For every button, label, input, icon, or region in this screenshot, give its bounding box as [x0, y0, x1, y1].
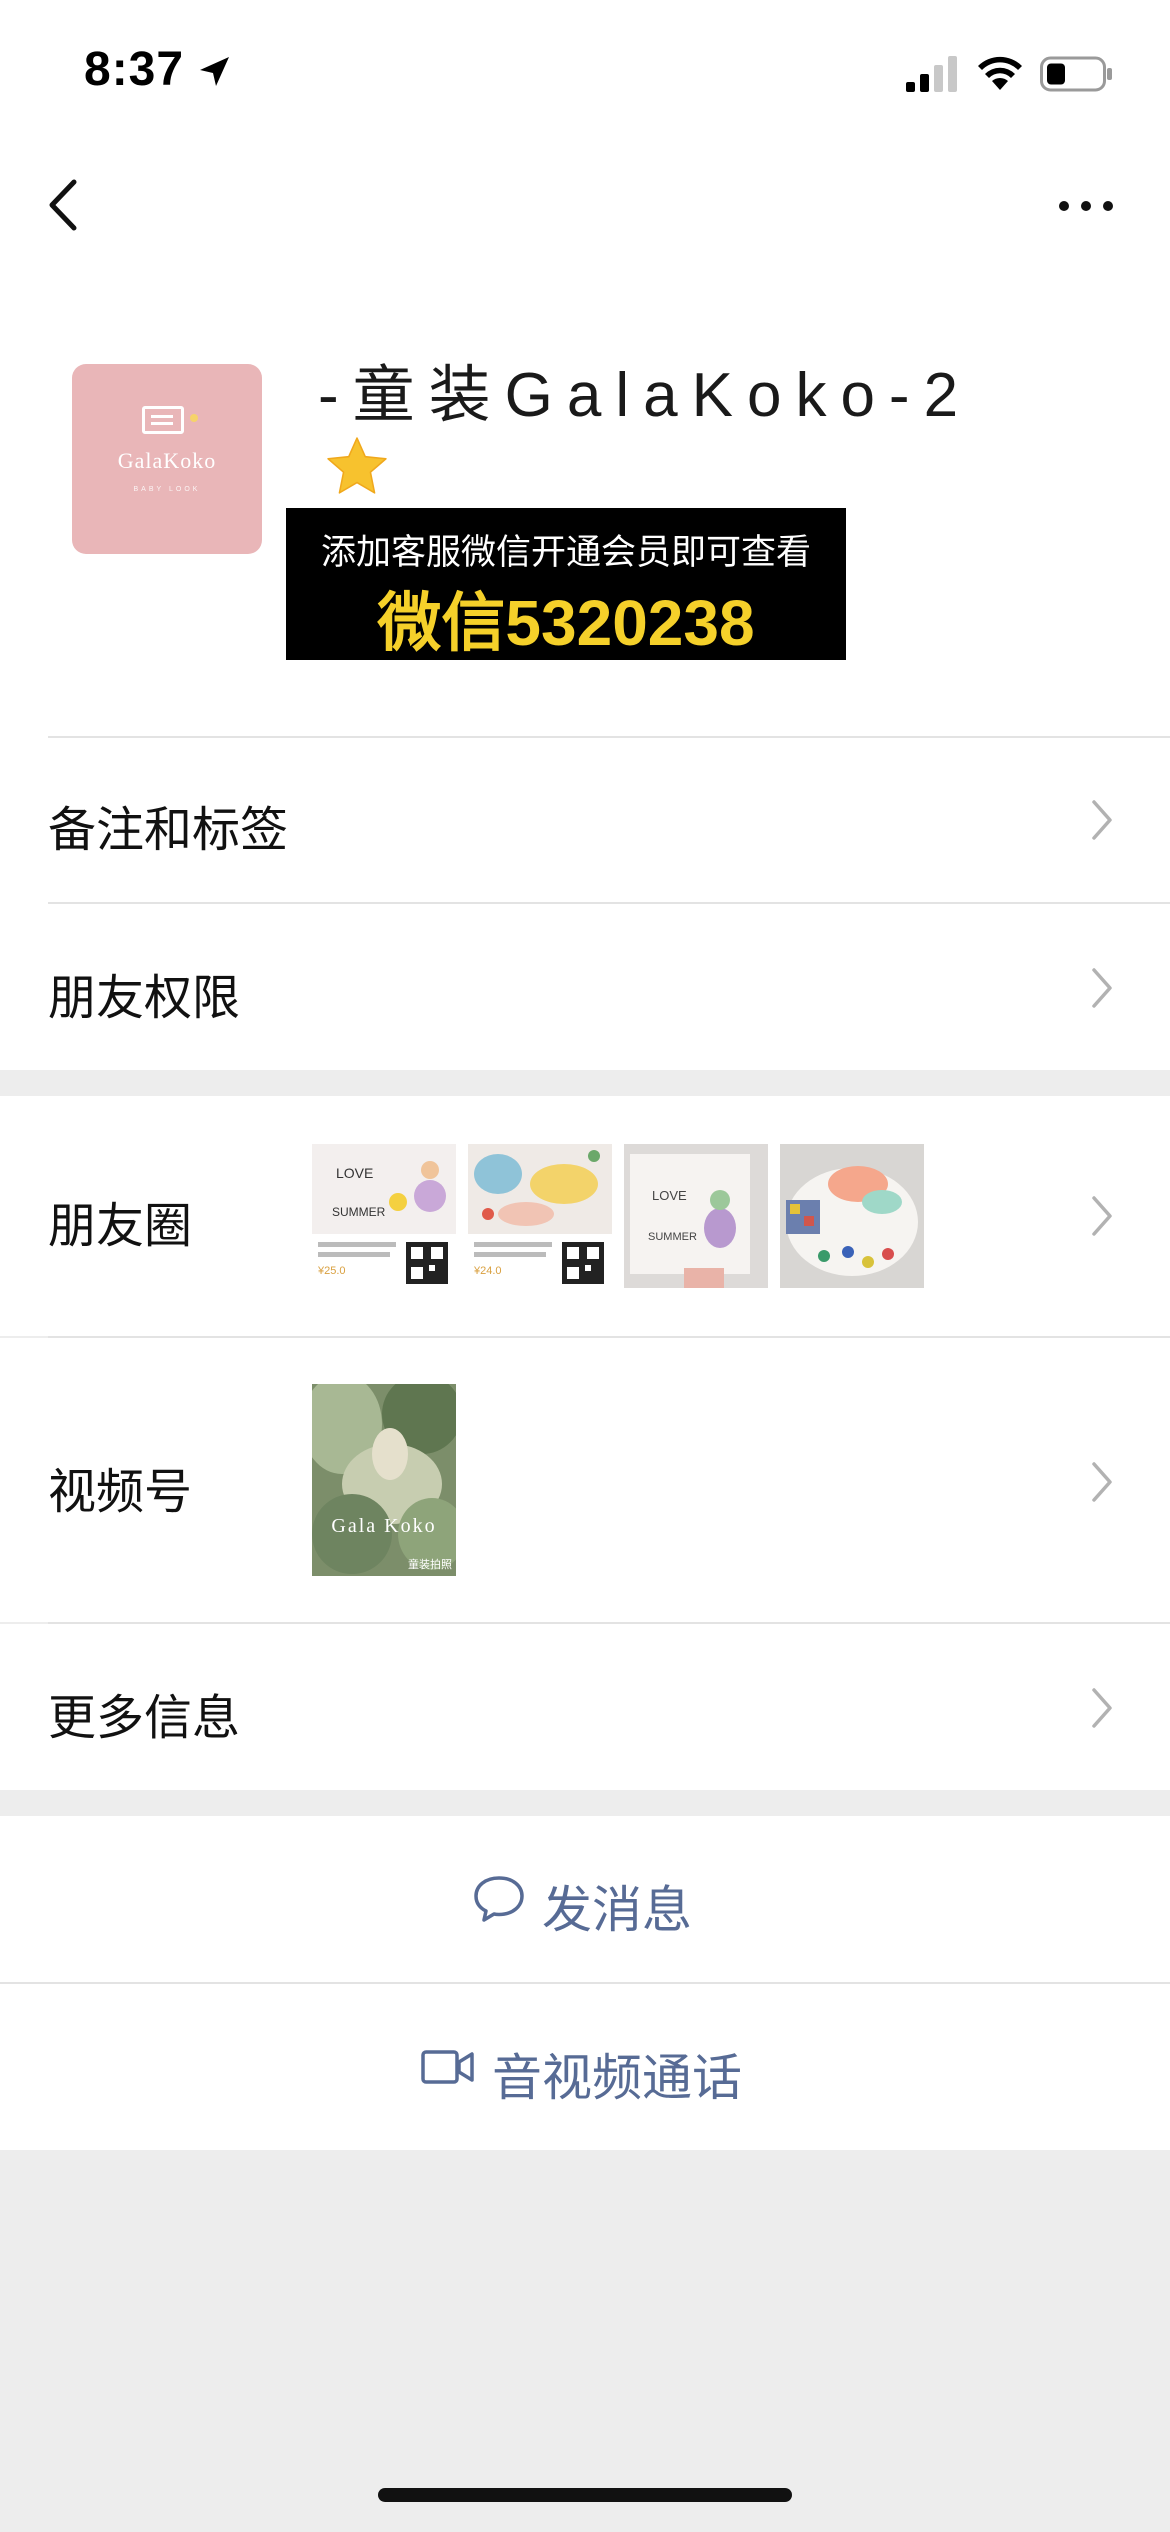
profile-name: -童装GalaKoko-2 — [318, 361, 973, 430]
more-options-icon[interactable] — [1056, 196, 1116, 216]
chevron-right-icon — [1092, 800, 1112, 840]
moments-label: 朋友圈 — [48, 1200, 193, 1253]
svg-text:SUMMER: SUMMER — [648, 1231, 697, 1243]
chat-bubble-icon — [474, 1876, 524, 1922]
moments-thumbnail[interactable]: LOVE SUMMER — [624, 1144, 768, 1288]
status-time: 8:37 — [84, 43, 185, 96]
channels-row[interactable]: 视频号 — [0, 1338, 1170, 1622]
battery-icon — [1040, 56, 1112, 92]
send-message-label: 发消息 — [542, 1882, 692, 1938]
cellular-signal-icon — [906, 56, 957, 92]
channels-thumb-title: Gala Koko — [331, 1515, 436, 1537]
avatar-dot — [190, 414, 198, 422]
av-call-label: 音视频通话 — [492, 2050, 742, 2106]
promo-overlay: 添加客服微信开通会员即可查看 微信5320238 — [286, 508, 846, 660]
location-arrow-icon — [200, 57, 229, 86]
channels-thumbnail[interactable]: Gala Koko 童装拍照 — [312, 1384, 456, 1576]
video-camera-icon — [421, 2050, 474, 2084]
friend-permissions-label: 朋友权限 — [48, 972, 241, 1025]
chevron-right-icon — [1092, 968, 1112, 1008]
avatar[interactable]: GalaKoko BABY LOOK — [72, 364, 262, 554]
status-bar: 8:37 — [0, 0, 1170, 150]
remarks-tags-row[interactable]: 备注和标签 — [0, 738, 1170, 902]
avatar-book-icon — [142, 406, 184, 434]
more-info-label: 更多信息 — [48, 1692, 241, 1745]
avatar-logo-subtext: BABY LOOK — [133, 486, 201, 493]
star-icon — [327, 437, 387, 494]
send-message-button[interactable]: 发消息 — [0, 1816, 1170, 1982]
svg-text:LOVE: LOVE — [652, 1188, 687, 1203]
chevron-right-icon — [1092, 1196, 1112, 1236]
more-info-row[interactable]: 更多信息 — [0, 1624, 1170, 1790]
channels-thumb-subtitle: 童装拍照 — [408, 1557, 452, 1571]
moments-thumbnail[interactable]: ¥24.0 — [468, 1144, 612, 1288]
chevron-right-icon — [1092, 1462, 1112, 1502]
moments-thumb-price: ¥25.0 — [317, 1265, 346, 1277]
wifi-icon — [978, 56, 1022, 90]
svg-text:LOVE: LOVE — [336, 1165, 373, 1181]
avatar-logo-text: GalaKoko — [117, 448, 217, 473]
promo-line-1: 添加客服微信开通会员即可查看 — [320, 533, 811, 572]
moments-thumbnail[interactable]: LOVE SUMMER ¥25.0 — [312, 1144, 456, 1288]
av-call-button[interactable]: 音视频通话 — [0, 1984, 1170, 2150]
moments-thumb-price: ¥24.0 — [473, 1265, 502, 1277]
home-indicator — [378, 2488, 792, 2502]
moments-thumbnail[interactable] — [780, 1144, 924, 1288]
friend-permissions-row[interactable]: 朋友权限 — [0, 904, 1170, 1070]
back-chevron-icon[interactable] — [44, 174, 84, 236]
promo-line-2: 微信5320238 — [377, 587, 755, 659]
remarks-tags-label: 备注和标签 — [48, 804, 289, 857]
channels-label: 视频号 — [48, 1466, 193, 1519]
chevron-right-icon — [1092, 1688, 1112, 1728]
svg-text:SUMMER: SUMMER — [332, 1205, 386, 1219]
